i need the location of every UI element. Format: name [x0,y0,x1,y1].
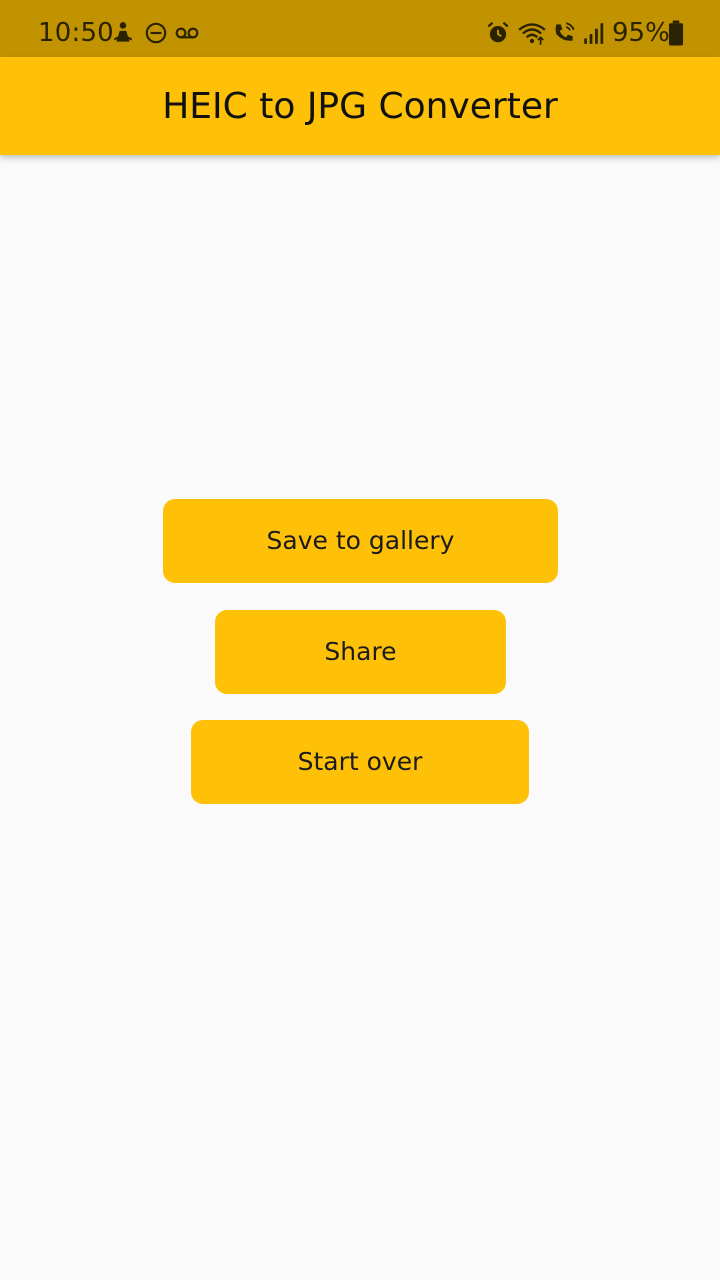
app-bar: HEIC to JPG Converter [0,57,720,155]
wifi-icon [518,23,546,45]
person-notification-icon [113,22,133,42]
do-not-disturb-icon [145,22,167,44]
signal-icon [584,23,604,44]
status-bar: 10:50 95% [0,0,720,57]
alarm-icon [487,21,509,43]
battery-percentage: 95% [612,18,670,48]
voicemail-icon [175,27,199,39]
start-over-button[interactable]: Start over [191,720,529,804]
share-button[interactable]: Share [215,610,506,694]
battery-icon [668,20,684,46]
app-title: HEIC to JPG Converter [162,86,558,127]
save-to-gallery-button[interactable]: Save to gallery [163,499,558,583]
wifi-calling-icon [555,22,575,41]
status-time: 10:50 [38,18,114,48]
